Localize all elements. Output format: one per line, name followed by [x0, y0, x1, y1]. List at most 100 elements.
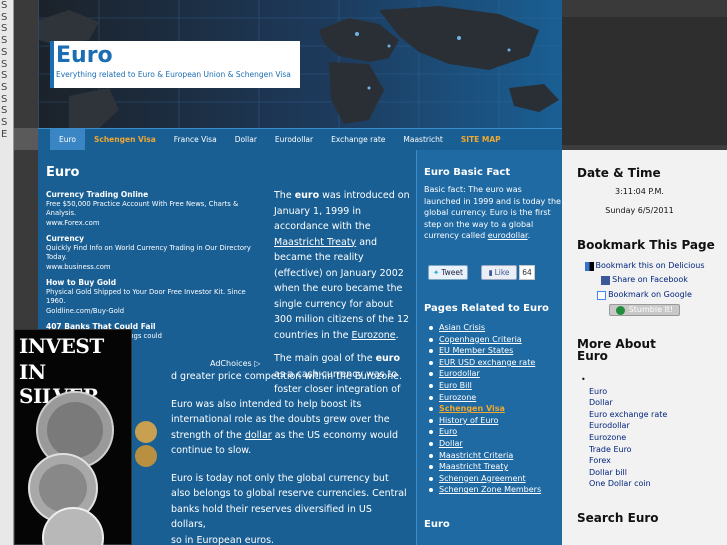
article-column: The euro was introduced on January 1, 19…: [274, 188, 410, 398]
right-sidebar: Date & Time 3:11:04 P.M. Sunday 6/5/2011…: [562, 0, 727, 545]
link-eurozone[interactable]: Eurozone: [351, 330, 395, 341]
related-link-item[interactable]: Maastricht Criteria: [428, 450, 560, 462]
link-maastricht-treaty[interactable]: Maastricht Treaty: [274, 237, 356, 248]
text-ad[interactable]: Currency Trading Online Free $50,000 Prac…: [46, 190, 263, 228]
bookmark-google[interactable]: Bookmark on Google: [572, 289, 717, 301]
related-link-item[interactable]: History of Euro: [428, 415, 560, 427]
link-dollar[interactable]: dollar: [245, 430, 272, 441]
more-about-item[interactable]: Trade Euro: [589, 444, 709, 456]
related-link-item[interactable]: Schengen Agreement: [428, 473, 560, 485]
more-about-item[interactable]: Dollar: [589, 397, 709, 409]
related-link-label[interactable]: Dollar: [439, 439, 463, 448]
more-about-link[interactable]: One Dollar coin: [589, 478, 709, 490]
more-about-item[interactable]: Euro: [589, 386, 709, 398]
site-title[interactable]: Euro: [54, 41, 300, 68]
related-link-label[interactable]: Maastricht Treaty: [439, 462, 508, 471]
paragraph-reserve-end: so in European euros.: [171, 534, 275, 545]
share-facebook[interactable]: Share on Facebook: [572, 274, 717, 286]
link-eurodollar[interactable]: eurodollar: [488, 231, 528, 240]
related-link-label[interactable]: EU Member States: [439, 346, 513, 355]
more-about-item[interactable]: Eurozone: [589, 432, 709, 444]
more-about-link[interactable]: Eurozone: [589, 432, 709, 444]
more-about-item[interactable]: Dollar bill: [589, 467, 709, 479]
related-link-item[interactable]: Copenhagen Criteria: [428, 334, 560, 346]
delicious-icon: [584, 261, 594, 271]
related-link-item[interactable]: Eurodollar: [428, 368, 560, 380]
more-about-link[interactable]: Dollar: [589, 397, 709, 409]
more-about-item[interactable]: Euro exchange rate: [589, 409, 709, 421]
nav-item-maastricht[interactable]: Maastricht: [394, 129, 452, 150]
bookmark-links: Bookmark this on Delicious Share on Face…: [572, 260, 717, 316]
more-about-link[interactable]: Dollar bill: [589, 467, 709, 479]
more-about-link[interactable]: Euro: [589, 386, 709, 398]
bird-icon: ✦: [433, 268, 440, 277]
related-link-item[interactable]: Euro: [428, 426, 560, 438]
stumble-button[interactable]: Stumble It!: [572, 304, 717, 316]
current-date: Sunday 6/5/2011: [605, 206, 674, 215]
list-bullet-empty: •: [581, 375, 586, 384]
nav-item-exchange-rate[interactable]: Exchange rate: [322, 129, 394, 150]
related-link-label[interactable]: Schengen Zone Members: [439, 485, 541, 494]
ad-description: Quickly Find Info on World Currency Trad…: [46, 243, 251, 262]
nav-item-dollar[interactable]: Dollar: [226, 129, 266, 150]
related-link-label[interactable]: Euro Bill: [439, 381, 472, 390]
related-link-label[interactable]: History of Euro: [439, 416, 498, 425]
nav-item-site-map[interactable]: SITE MAP: [452, 129, 510, 150]
site-header: Euro Everything related to Euro & Europe…: [38, 0, 562, 128]
related-link-item[interactable]: Dollar: [428, 438, 560, 450]
related-link-label[interactable]: Schengen Visa: [439, 404, 505, 413]
nav-item-france-visa[interactable]: France Visa: [165, 129, 226, 150]
text-ad[interactable]: Currency Quickly Find Info on World Curre…: [46, 234, 263, 272]
related-link-item[interactable]: EU Member States: [428, 345, 560, 357]
nav-item-euro[interactable]: Euro: [50, 129, 85, 150]
like-count: 64: [519, 265, 535, 280]
share-row: ✦ Tweet ▮ Like 64: [428, 265, 535, 280]
strip-char: S: [1, 46, 8, 58]
ad-title[interactable]: Currency: [46, 234, 263, 244]
text-ad[interactable]: How to Buy Gold Physical Gold Shipped to …: [46, 278, 263, 316]
bookmark-heading: Bookmark This Page: [577, 238, 715, 252]
main-nav: Euro Schengen Visa France Visa Dollar Eurodo…: [38, 128, 562, 150]
coins-image: [135, 421, 157, 467]
related-link-item[interactable]: Schengen Zone Members: [428, 484, 560, 496]
more-about-link[interactable]: Eurodollar: [589, 420, 709, 432]
related-link-item[interactable]: EUR USD exchange rate: [428, 357, 560, 369]
related-link-item[interactable]: Eurozone: [428, 392, 560, 404]
nav-item-eurodollar[interactable]: Eurodollar: [266, 129, 322, 150]
ad-description: Free $50,000 Practice Account With Free …: [46, 199, 239, 218]
more-about-link[interactable]: Forex: [589, 455, 709, 467]
related-link-label[interactable]: Asian Crisis: [439, 323, 485, 332]
related-link-label[interactable]: Maastricht Criteria: [439, 451, 513, 460]
related-link-label[interactable]: Copenhagen Criteria: [439, 335, 522, 344]
nav-item-schengen-visa[interactable]: Schengen Visa: [85, 129, 165, 150]
ad-url[interactable]: Goldline.com/Buy-Gold: [46, 307, 263, 317]
related-link-item[interactable]: Maastricht Treaty: [428, 461, 560, 473]
more-about-item[interactable]: Eurodollar: [589, 420, 709, 432]
ad-url[interactable]: www.business.com: [46, 263, 263, 273]
ad-title[interactable]: How to Buy Gold: [46, 278, 263, 288]
related-link-item[interactable]: Asian Crisis: [428, 322, 560, 334]
date-time-heading: Date & Time: [577, 166, 661, 180]
ad-url[interactable]: www.Forex.com: [46, 219, 263, 229]
strip-char: S: [1, 58, 8, 70]
related-link-item[interactable]: Euro Bill: [428, 380, 560, 392]
more-about-item[interactable]: Forex: [589, 455, 709, 467]
strip-char: S: [1, 0, 8, 11]
ad-title[interactable]: Currency Trading Online: [46, 190, 263, 200]
more-about-heading: More About Euro: [577, 337, 656, 363]
article-wide: d greater price competition within the E…: [171, 369, 409, 545]
tweet-button[interactable]: ✦ Tweet: [428, 265, 468, 280]
related-link-label[interactable]: Eurozone: [439, 393, 476, 402]
more-about-item[interactable]: One Dollar coin: [589, 478, 709, 490]
related-link-label[interactable]: EUR USD exchange rate: [439, 358, 535, 367]
like-button[interactable]: ▮ Like: [481, 265, 517, 280]
more-about-link[interactable]: Trade Euro: [589, 444, 709, 456]
related-link-label[interactable]: Eurodollar: [439, 369, 480, 378]
bookmark-delicious[interactable]: Bookmark this on Delicious: [572, 260, 717, 272]
related-link-label[interactable]: Schengen Agreement: [439, 474, 526, 483]
invest-in-silver-ad[interactable]: INVEST IN SILVER: [14, 329, 132, 545]
related-link-item[interactable]: Schengen Visa: [428, 403, 560, 415]
related-link-label[interactable]: Euro: [439, 427, 457, 436]
adchoices-label[interactable]: AdChoices ▷: [210, 359, 260, 368]
more-about-link[interactable]: Euro exchange rate: [589, 409, 709, 421]
